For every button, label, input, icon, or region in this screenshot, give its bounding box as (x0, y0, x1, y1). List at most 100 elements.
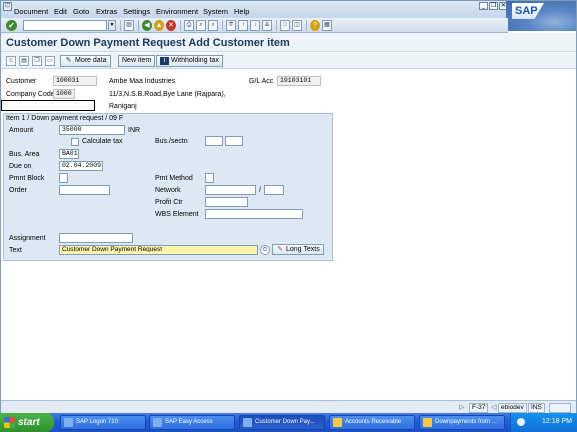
system-menu-icon[interactable]: ⊡ (3, 2, 12, 11)
last-page-icon[interactable]: ⇊ (262, 20, 272, 31)
server-name: ebiodev (498, 403, 527, 413)
transaction-code: F-37 (469, 403, 489, 413)
new-session-icon[interactable]: □ (280, 20, 290, 31)
customer-city: Raniganj (109, 103, 137, 110)
item-panel: Item 1 / Down payment request / 09 F Amo… (3, 113, 333, 261)
status-arrow-icon: ◁ (491, 404, 497, 411)
previous-page-icon[interactable]: ↑ (238, 20, 248, 31)
text-input[interactable]: Customer Down Payment Request (59, 245, 258, 255)
next-page-icon[interactable]: ↓ (250, 20, 260, 31)
start-button[interactable]: start (0, 413, 54, 432)
sap-icon (243, 418, 252, 427)
window-controls: _ ❐ ✕ (479, 2, 508, 10)
folder-icon (333, 418, 342, 427)
enter-icon[interactable]: ✔ (6, 20, 17, 31)
menu-help[interactable]: Help (234, 7, 249, 16)
order-input[interactable] (59, 185, 110, 195)
windows-taskbar: start SAP Logon 710 SAP Easy Access Cust… (0, 413, 577, 432)
document-icon[interactable]: ▭ (45, 56, 55, 66)
long-texts-button[interactable]: ✎ Long Texts (272, 244, 324, 255)
bus-sectn-label: Bus./sectn (155, 138, 188, 145)
pmt-method-label: Pmt Method (155, 175, 193, 182)
title-bar: Customer Down Payment Request Add Custom… (1, 33, 576, 52)
menu-environment[interactable]: Environment (156, 7, 198, 16)
customer-value: 100031 (53, 76, 97, 86)
wbs-element-label: WBS Element (155, 211, 199, 218)
command-field[interactable] (23, 20, 107, 31)
gl-acc-label: G/L Acc (249, 78, 274, 85)
network-activity-input[interactable] (264, 185, 284, 195)
status-expand-icon[interactable]: ▷ (459, 403, 464, 411)
standard-toolbar: ✔ ▼ ▤ ◀ ▲ ✕ ⎙ ⌕ ⌕ ⇈ ↑ ↓ ⇊ □ ◫ ? ▦ (1, 18, 508, 33)
task-customer-down-payment[interactable]: Customer Down Pay... (239, 415, 325, 430)
task-downpayments[interactable]: Downpayments from ... (419, 415, 505, 430)
withholding-tax-button[interactable]: i Withholding tax (156, 55, 223, 67)
due-on-label: Due on (9, 163, 32, 170)
pmnt-block-input[interactable] (59, 173, 68, 183)
profit-ctr-input[interactable] (205, 197, 248, 207)
bus-area-input[interactable]: BA01 (59, 149, 79, 159)
status-bar: ▷ F-37 ◁ ebiodev INS (1, 400, 576, 414)
redacted-box (1, 100, 95, 111)
task-sap-easy-access[interactable]: SAP Easy Access (149, 415, 235, 430)
insert-mode: INS (528, 403, 545, 413)
customer-address: 11/3,N.S.B.Road,Bye Lane (Rajpara), (109, 91, 226, 98)
menu-system[interactable]: System (203, 7, 228, 16)
minimize-icon[interactable]: _ (479, 2, 488, 10)
pmt-method-input[interactable] (205, 173, 214, 183)
amount-label: Amount (9, 127, 34, 134)
network-label: Network (155, 187, 181, 194)
menu-edit[interactable]: Edit (54, 7, 67, 16)
text-options-icon[interactable]: ⊙ (260, 245, 270, 255)
find-next-icon[interactable]: ⌕ (208, 20, 218, 31)
menu-goto[interactable]: Goto (73, 7, 89, 16)
calculate-tax-label: Calculate tax (82, 138, 123, 145)
amount-input[interactable]: 35000 (59, 125, 125, 135)
exit-icon[interactable]: ▲ (154, 20, 164, 31)
bus-sectn-input-2[interactable] (225, 136, 243, 146)
network-input[interactable] (205, 185, 256, 195)
task-sap-logon[interactable]: SAP Logon 710 (60, 415, 146, 430)
help-icon[interactable]: ? (310, 20, 320, 31)
menu-bar: ⊡ Document Edit Goto Extras Settings Env… (1, 1, 576, 18)
more-data-icon: ✎ (65, 57, 72, 64)
shortcut-icon[interactable]: ◫ (292, 20, 302, 31)
overview-icon[interactable]: ▤ (19, 56, 29, 66)
sap-window: ⊡ Document Edit Goto Extras Settings Env… (0, 0, 577, 414)
due-on-input[interactable]: 02.04.2009 (59, 161, 103, 171)
menu-document[interactable]: Document (14, 7, 48, 16)
system-tray: 12:18 PM (510, 413, 577, 432)
cancel-icon[interactable]: ✕ (166, 20, 176, 31)
first-page-icon[interactable]: ⇈ (226, 20, 236, 31)
info-icon: i (160, 57, 169, 65)
pmnt-block-label: Pmnt Block (9, 175, 45, 182)
back-icon[interactable]: ◀ (142, 20, 152, 31)
application-toolbar: ☺ ▤ ❐ ▭ ✎ More data New item i Withholding… (1, 53, 576, 69)
print-icon[interactable]: ⎙ (184, 20, 194, 31)
assignment-input[interactable] (59, 233, 133, 243)
restore-icon[interactable]: ❐ (489, 2, 498, 10)
calculate-tax-checkbox[interactable] (71, 138, 79, 146)
menu-settings[interactable]: Settings (123, 7, 150, 16)
network-separator: / (259, 187, 261, 194)
page-title: Customer Down Payment Request Add Custom… (6, 37, 290, 49)
more-data-button[interactable]: ✎ More data (60, 55, 111, 67)
wbs-element-input[interactable] (205, 209, 303, 219)
gl-acc-value: 19103101 (277, 76, 321, 86)
save-icon[interactable]: ▤ (124, 20, 134, 31)
sap-logo: SAP (506, 1, 576, 31)
assignment-label: Assignment (9, 235, 46, 242)
text-label: Text (9, 247, 22, 254)
customer-label: Customer (6, 78, 37, 85)
customize-layout-icon[interactable]: ▦ (322, 20, 332, 31)
bus-sectn-input[interactable] (205, 136, 223, 146)
task-accounts-receivable[interactable]: Accounts Receivable (329, 415, 415, 430)
copy-icon[interactable]: ❐ (32, 56, 42, 66)
find-icon[interactable]: ⌕ (196, 20, 206, 31)
tray-icon[interactable] (517, 418, 525, 426)
menu-extras[interactable]: Extras (96, 7, 117, 16)
new-item-button[interactable]: New item (118, 55, 156, 67)
item-header: Item 1 / Down payment request / 09 F (4, 114, 332, 123)
command-dropdown-icon[interactable]: ▼ (108, 20, 116, 31)
customer-icon[interactable]: ☺ (6, 56, 16, 66)
